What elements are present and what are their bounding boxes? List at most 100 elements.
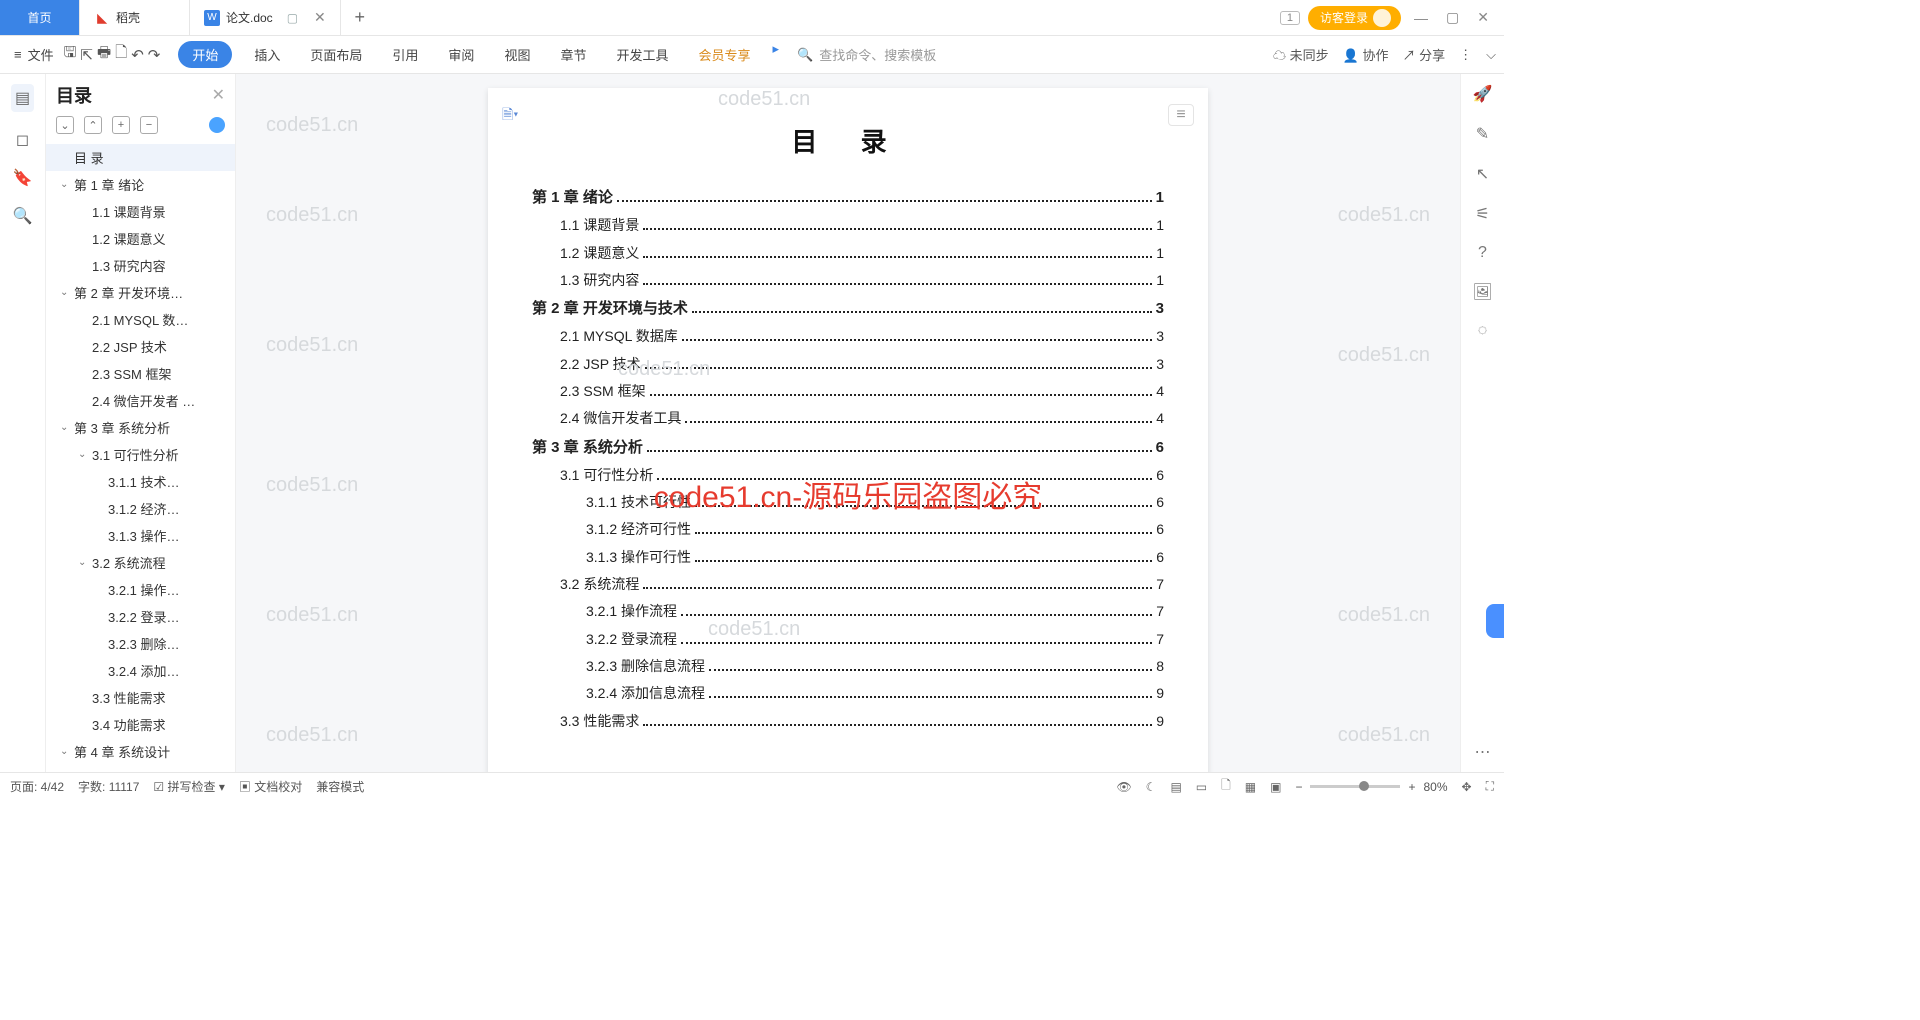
outline-item-label: 2.1 MYSQL 数… xyxy=(92,310,188,329)
page-indicator-icon[interactable]: 🗎▾ xyxy=(502,104,518,128)
zoom-out-icon[interactable]: − xyxy=(1295,780,1302,794)
search-panel-icon[interactable]: 🔍 xyxy=(13,206,33,226)
outline-item[interactable]: 1.1 课题背景 xyxy=(46,198,235,225)
expand-all-icon[interactable]: ⌃ xyxy=(84,116,102,134)
ribbon-tab-section[interactable]: 章节 xyxy=(552,41,594,68)
outline-item[interactable]: ⌄3.2 系统流程 xyxy=(46,549,235,576)
outline-item[interactable]: 3.4 功能需求 xyxy=(46,711,235,738)
fullscreen-icon[interactable]: ⛶ xyxy=(1486,779,1494,794)
bookmark-icon[interactable]: 🔖 xyxy=(13,168,33,188)
zoom-in-icon[interactable]: + xyxy=(1408,780,1415,794)
outline-item[interactable]: 3.2.1 操作… xyxy=(46,576,235,603)
outline-item[interactable]: ⌄第 2 章 开发环境… xyxy=(46,279,235,306)
view-focus-icon[interactable]: ▣ xyxy=(1270,780,1281,794)
help-icon[interactable]: ? xyxy=(1478,244,1487,262)
outline-item[interactable]: 1.2 课题意义 xyxy=(46,225,235,252)
collapse-all-icon[interactable]: ⌄ xyxy=(56,116,74,134)
ribbon-tab-review[interactable]: 审阅 xyxy=(440,41,482,68)
ribbon-tab-devtools[interactable]: 开发工具 xyxy=(608,41,676,68)
outline-item[interactable]: 2.1 MYSQL 数… xyxy=(46,306,235,333)
zoom-control[interactable]: − + 80% xyxy=(1295,780,1447,794)
outline-item[interactable]: 3.2.2 登录… xyxy=(46,603,235,630)
outline-item[interactable]: 2.4 微信开发者 … xyxy=(46,387,235,414)
ribbon-more-icon[interactable]: ▸ xyxy=(773,41,780,68)
settings-slider-icon[interactable]: ⚟ xyxy=(1475,204,1489,224)
view-read-icon[interactable]: ▭ xyxy=(1196,780,1207,794)
undo-icon[interactable]: ↶ xyxy=(131,46,144,64)
ribbon-search[interactable]: 🔍 查找命令、搜索模板 xyxy=(797,45,936,64)
minimize-icon[interactable]: — xyxy=(1409,10,1433,26)
tab-document[interactable]: W 论文.doc ▢ ✕ xyxy=(190,0,341,35)
page-options-icon[interactable]: ≡ xyxy=(1168,104,1194,126)
pen-icon[interactable]: ✎ xyxy=(1476,124,1489,144)
tab-home[interactable]: 首页 xyxy=(0,0,80,35)
view-outline-icon[interactable]: ▤ xyxy=(1170,780,1181,794)
ribbon-tab-insert[interactable]: 插入 xyxy=(246,41,288,68)
toc-panel-icon[interactable]: ▤ xyxy=(11,84,34,112)
status-words[interactable]: 字数: 11117 xyxy=(78,778,139,795)
zoom-value[interactable]: 80% xyxy=(1424,780,1448,794)
ribbon-tab-layout[interactable]: 页面布局 xyxy=(302,41,370,68)
collapse-ribbon-icon[interactable]: ⌵ xyxy=(1486,47,1496,63)
drop-icon[interactable]: ◌ xyxy=(1478,322,1488,340)
outline-item[interactable]: 3.2.3 删除… xyxy=(46,630,235,657)
sync-button[interactable]: ☁ 未同步 xyxy=(1273,45,1329,64)
moon-icon[interactable]: ☾ xyxy=(1146,780,1157,794)
outline-item[interactable]: ⌄第 4 章 系统设计 xyxy=(46,738,235,765)
outline-item[interactable]: 目 录 xyxy=(46,144,235,171)
outline-item[interactable]: 3.2.4 添加… xyxy=(46,657,235,684)
eye-icon[interactable]: 👁 xyxy=(1116,780,1131,794)
ribbon-tab-member[interactable]: 会员专享 xyxy=(690,41,758,68)
outline-item[interactable]: 3.1.2 经济… xyxy=(46,495,235,522)
box-icon[interactable]: ◻ xyxy=(16,130,29,150)
image-tool-icon[interactable]: 🖼 xyxy=(1472,282,1492,302)
outline-settings-icon[interactable] xyxy=(209,117,225,133)
outline-item[interactable]: ⌄3.1 可行性分析 xyxy=(46,441,235,468)
kebab-icon[interactable]: ⋮ xyxy=(1459,47,1472,63)
cursor-icon[interactable]: ↖ xyxy=(1476,164,1489,184)
new-tab-button[interactable]: + xyxy=(341,0,379,35)
close-window-icon[interactable]: ✕ xyxy=(1472,9,1494,26)
login-button[interactable]: 访客登录 xyxy=(1308,6,1401,30)
ribbon-tab-start[interactable]: 开始 xyxy=(178,41,232,68)
print-icon[interactable]: 🖶 xyxy=(97,42,111,67)
outline-item[interactable]: ⌄第 1 章 绪论 xyxy=(46,171,235,198)
ribbon-tab-view[interactable]: 视图 xyxy=(496,41,538,68)
rocket-icon[interactable]: 🚀 xyxy=(1473,84,1493,104)
preview-icon[interactable]: 🗋 xyxy=(115,42,127,67)
view-web-icon[interactable]: ▦ xyxy=(1245,780,1256,794)
side-handle[interactable] xyxy=(1486,604,1504,638)
status-compat[interactable]: 兼容模式 xyxy=(316,778,364,795)
app-menu-button[interactable]: ≡文件 xyxy=(8,45,60,64)
outline-item[interactable]: 1.3 研究内容 xyxy=(46,252,235,279)
status-page[interactable]: 页面: 4/42 xyxy=(10,778,64,795)
redo-icon[interactable]: ↷ xyxy=(148,46,161,64)
level-minus-icon[interactable]: − xyxy=(140,116,158,134)
coop-button[interactable]: 👤 协作 xyxy=(1343,45,1389,64)
outline-item-label: 1.2 课题意义 xyxy=(92,229,166,248)
tab-duke[interactable]: ◣ 稻壳 xyxy=(80,0,190,35)
share-button[interactable]: ↗ 分享 xyxy=(1402,45,1445,64)
outline-item[interactable]: ⌄第 3 章 系统分析 xyxy=(46,414,235,441)
export-icon[interactable]: ⇱ xyxy=(80,46,93,64)
outline-item[interactable]: 3.1.3 操作… xyxy=(46,522,235,549)
status-spellcheck[interactable]: ☑ 拼写检查 ▾ xyxy=(153,778,224,795)
status-proofread[interactable]: ▣ 文档校对 xyxy=(239,778,302,795)
document-canvas[interactable]: code51.cn code51.cn code51.cn code51.cn … xyxy=(236,74,1460,772)
close-panel-icon[interactable]: ✕ xyxy=(212,85,225,105)
outline-item[interactable]: 4.1 设计原则 xyxy=(46,765,235,772)
level-plus-icon[interactable]: + xyxy=(112,116,130,134)
screen-icon[interactable]: ▢ xyxy=(287,11,298,25)
close-icon[interactable]: ✕ xyxy=(314,9,326,26)
outline-item[interactable]: 3.1.1 技术… xyxy=(46,468,235,495)
expand-icon[interactable]: ✥ xyxy=(1462,780,1472,794)
outline-item[interactable]: 2.3 SSM 框架 xyxy=(46,360,235,387)
more-tools-icon[interactable]: ⋯ xyxy=(1475,742,1491,762)
ribbon-tab-reference[interactable]: 引用 xyxy=(384,41,426,68)
view-page-icon[interactable]: 🗋 xyxy=(1221,776,1231,797)
maximize-icon[interactable]: ▢ xyxy=(1441,9,1464,26)
save-icon[interactable]: 🖫 xyxy=(64,42,77,67)
outline-item[interactable]: 2.2 JSP 技术 xyxy=(46,333,235,360)
window-list-icon[interactable]: 1 xyxy=(1280,11,1300,25)
outline-item[interactable]: 3.3 性能需求 xyxy=(46,684,235,711)
